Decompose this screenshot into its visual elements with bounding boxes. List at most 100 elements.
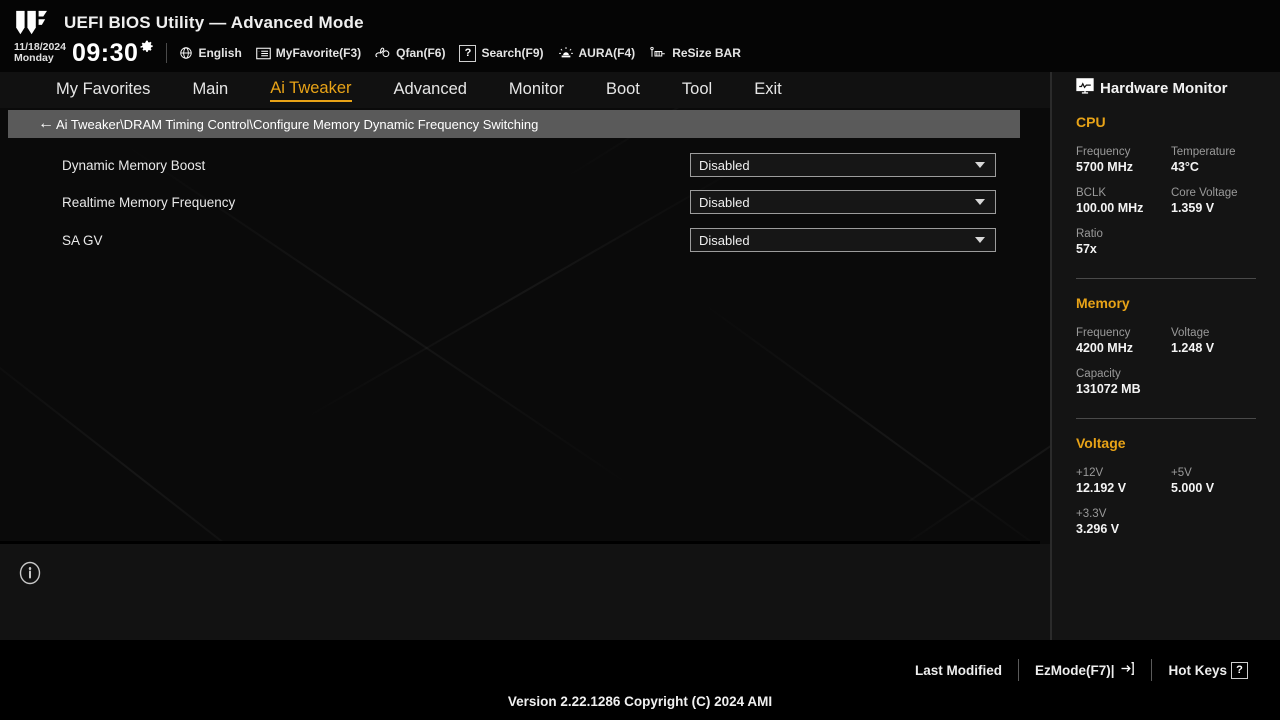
title-row: UEFI BIOS Utility — Advanced Mode [14, 9, 364, 37]
hw-memory-capacity: Capacity 131072 MB [1076, 368, 1176, 396]
weekday-value: Monday [14, 52, 54, 64]
question-box-icon: ? [1231, 661, 1248, 679]
help-pane [0, 544, 1050, 640]
table-row[interactable]: SA GV Disabled [0, 221, 1050, 259]
dropdown-realtime-memory-frequency[interactable]: Disabled [690, 190, 996, 214]
footer-actions: Last Modified EzMode(F7)| Hot Keys ? [899, 658, 1264, 682]
hw-key: +3.3V [1076, 508, 1107, 520]
hardware-monitor-title-label: Hardware Monitor [1100, 79, 1228, 97]
myfavorite-label: MyFavorite(F3) [275, 46, 362, 60]
dropdown-value: Disabled [699, 194, 750, 210]
hw-cpu-bclk: BCLK 100.00 MHz [1076, 187, 1171, 215]
hw-section-cpu-title: CPU [1076, 114, 1106, 130]
hw-divider-1 [1076, 278, 1256, 279]
breadcrumb: ← Ai Tweaker\DRAM Timing Control\Configu… [8, 110, 1020, 138]
back-arrow-icon[interactable]: ← [38, 116, 54, 132]
hw-memory-row-2: Capacity 131072 MB [1076, 368, 1266, 396]
chevron-down-icon [975, 199, 985, 205]
hw-value: 1.248 V [1171, 341, 1215, 355]
hw-cpu-core-voltage: Core Voltage 1.359 V [1171, 187, 1266, 215]
hw-voltage-5v: +5V 5.000 V [1171, 467, 1266, 495]
hw-cpu-frequency: Frequency 5700 MHz [1076, 146, 1171, 174]
hw-key: Voltage [1171, 327, 1210, 339]
hw-voltage-row-2: +3.3V 3.296 V [1076, 508, 1266, 536]
title-bar: UEFI BIOS Utility — Advanced Mode 11/18/… [0, 0, 1280, 72]
aura-label: AURA(F4) [578, 46, 636, 60]
hw-value: 100.00 MHz [1076, 201, 1144, 215]
hw-section-memory-title: Memory [1076, 295, 1130, 311]
hw-memory-frequency: Frequency 4200 MHz [1076, 327, 1171, 355]
hw-value: 4200 MHz [1076, 341, 1133, 355]
bios-screen: UEFI BIOS Utility — Advanced Mode 11/18/… [0, 0, 1280, 720]
dropdown-value: Disabled [699, 232, 750, 248]
settings-list: Dynamic Memory Boost Disabled Realtime M… [0, 138, 1050, 541]
last-modified-button[interactable]: Last Modified [899, 663, 1018, 678]
setting-label-realtime-memory-frequency: Realtime Memory Frequency [62, 194, 236, 210]
content-separator [0, 541, 1040, 544]
monitor-icon [1076, 78, 1094, 98]
hardware-monitor-panel: Hardware Monitor CPU Frequency 5700 MHz … [1052, 72, 1280, 640]
date-display: 11/18/2024 Monday [14, 42, 66, 64]
exit-arrow-icon [1118, 661, 1135, 679]
setting-label-dynamic-memory-boost: Dynamic Memory Boost [62, 157, 206, 173]
hw-voltage-3v3: +3.3V 3.296 V [1076, 508, 1176, 536]
tab-boot[interactable]: Boot [606, 80, 640, 101]
hw-value: 12.192 V [1076, 481, 1127, 495]
table-row[interactable]: Dynamic Memory Boost Disabled [0, 146, 1050, 184]
last-modified-label: Last Modified [914, 662, 1002, 678]
hotkeys-label: Hot Keys [1168, 662, 1227, 678]
hw-key: Temperature [1171, 146, 1236, 158]
dropdown-sa-gv[interactable]: Disabled [690, 228, 996, 252]
breadcrumb-path: Ai Tweaker\DRAM Timing Control\Configure… [56, 116, 539, 132]
hw-voltage-12v: +12V 12.192 V [1076, 467, 1171, 495]
chevron-down-icon [975, 237, 985, 243]
myfavorite-button[interactable]: MyFavorite(F3) [256, 46, 361, 60]
tab-ai-tweaker[interactable]: Ai Tweaker [270, 79, 352, 102]
info-circle-icon[interactable] [18, 561, 42, 585]
tab-main[interactable]: Main [192, 80, 228, 101]
hw-key: Capacity [1076, 368, 1121, 380]
hotkeys-button[interactable]: Hot Keys ? [1152, 661, 1264, 679]
chevron-down-icon [975, 162, 985, 168]
header-toolbar: 11/18/2024 Monday 09:30 English MyFavori… [14, 38, 755, 68]
search-label: Search(F9) [481, 46, 544, 60]
hw-memory-row-1: Frequency 4200 MHz Voltage 1.248 V [1076, 327, 1266, 355]
dropdown-value: Disabled [699, 157, 750, 173]
list-icon [256, 47, 271, 60]
table-row[interactable]: Realtime Memory Frequency Disabled [0, 183, 1050, 221]
hw-section-voltage-title: Voltage [1076, 435, 1126, 451]
ezmode-button[interactable]: EzMode(F7)| [1019, 661, 1152, 679]
hw-key: BCLK [1076, 187, 1107, 199]
tab-advanced[interactable]: Advanced [394, 80, 467, 101]
hw-key: Core Voltage [1171, 187, 1238, 199]
page-title: UEFI BIOS Utility — Advanced Mode [64, 13, 364, 32]
tuf-gaming-logo [16, 10, 47, 35]
hw-key: Frequency [1076, 327, 1131, 339]
tab-monitor[interactable]: Monitor [509, 80, 564, 101]
tab-exit[interactable]: Exit [754, 80, 782, 101]
hw-key: +5V [1171, 467, 1192, 479]
ezmode-label: EzMode(F7)| [1034, 662, 1115, 678]
search-button[interactable]: ? Search(F9) [459, 44, 544, 62]
tab-tool[interactable]: Tool [682, 80, 712, 101]
hw-value: 5.000 V [1171, 481, 1215, 495]
qfan-button[interactable]: Qfan(F6) [375, 46, 445, 60]
hw-value: 57x [1076, 242, 1097, 256]
hw-cpu-temperature: Temperature 43°C [1171, 146, 1266, 174]
language-button[interactable]: English [179, 46, 242, 60]
language-label: English [198, 46, 242, 60]
hw-cpu-row-3: Ratio 57x [1076, 228, 1266, 256]
resize-bar-icon [649, 46, 667, 60]
resize-bar-button[interactable]: ReSize BAR [649, 46, 741, 60]
gear-icon[interactable] [140, 40, 154, 59]
hardware-monitor-title: Hardware Monitor [1076, 78, 1266, 98]
dropdown-dynamic-memory-boost[interactable]: Disabled [690, 153, 996, 177]
hw-divider-2 [1076, 418, 1256, 419]
aura-button[interactable]: AURA(F4) [558, 46, 636, 60]
fan-icon [375, 46, 391, 60]
footer-bar: Last Modified EzMode(F7)| Hot Keys ? Ver… [0, 640, 1280, 720]
globe-icon [179, 46, 193, 60]
qfan-label: Qfan(F6) [396, 46, 446, 60]
tab-my-favorites[interactable]: My Favorites [56, 80, 150, 101]
toolbar-divider [166, 43, 168, 63]
